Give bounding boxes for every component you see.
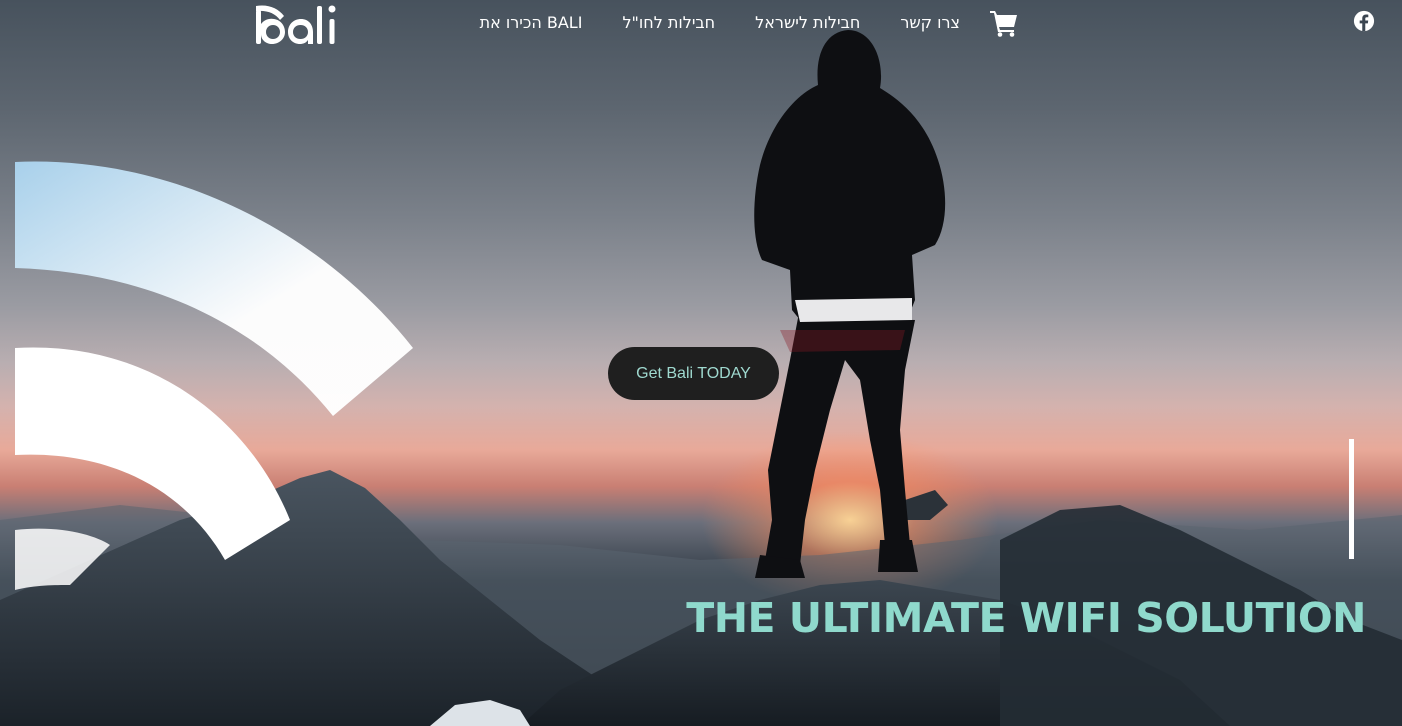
nav-item-abroad-packages[interactable]: חבילות לחו"ל <box>622 13 715 32</box>
nav-item-israel-packages[interactable]: חבילות לישראל <box>755 13 860 32</box>
nav-item-contact[interactable]: צרו קשר <box>900 13 960 32</box>
top-navigation: צרו קשר חבילות לישראל חבילות לחו"ל הכירו… <box>0 0 1402 50</box>
main-menu: צרו קשר חבילות לישראל חבילות לחו"ל הכירו… <box>470 13 960 32</box>
bali-logo[interactable] <box>254 2 344 46</box>
cart-icon[interactable] <box>989 9 1019 37</box>
decorative-divider <box>1349 439 1354 559</box>
hero-tagline: THE ULTIMATE WIFI SOLUTION <box>686 594 1366 642</box>
nav-item-about-bali[interactable]: הכירו את BALI <box>480 13 583 32</box>
get-bali-button[interactable]: Get Bali TODAY <box>608 347 779 400</box>
facebook-icon[interactable] <box>1353 10 1375 32</box>
